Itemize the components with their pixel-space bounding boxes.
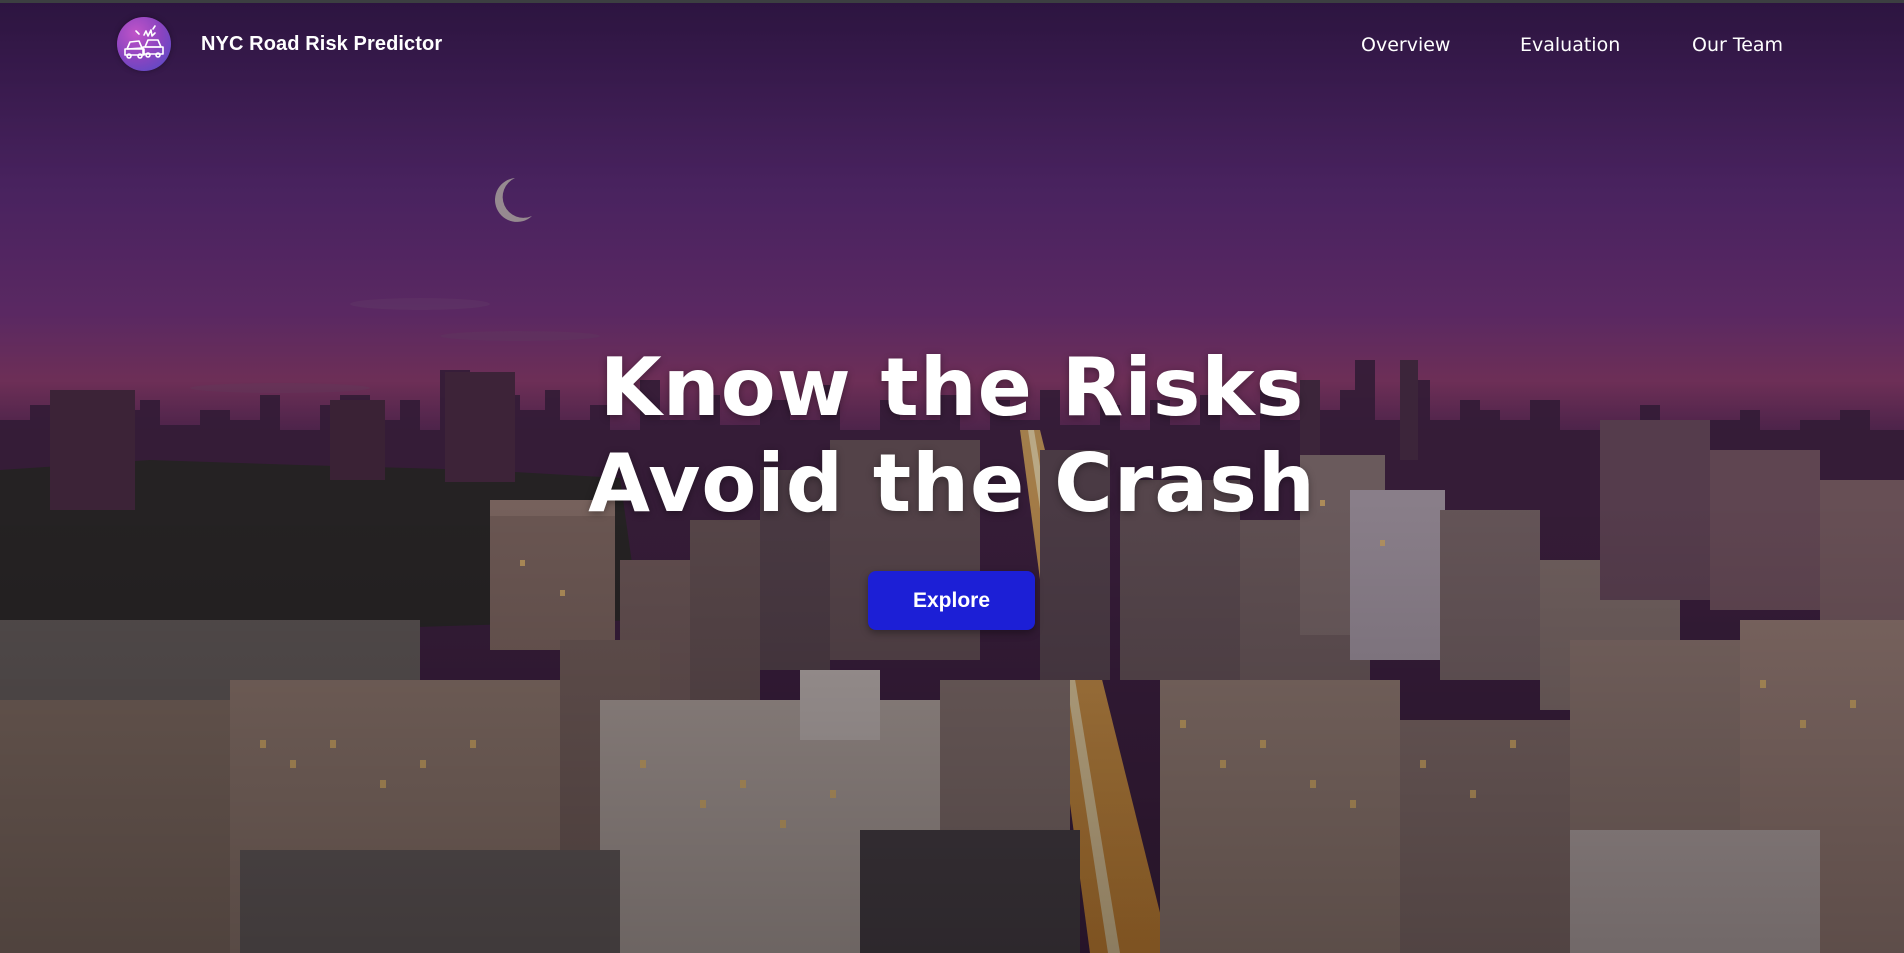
page: NYC Road Risk Predictor Overview Evaluat… (0, 0, 1904, 953)
navbar: NYC Road Risk Predictor Overview Evaluat… (0, 3, 1904, 89)
headline-line-2: Avoid the Crash (588, 437, 1316, 530)
nav-overview[interactable]: Overview (1361, 34, 1450, 56)
nav-our-team[interactable]: Our Team (1692, 34, 1783, 56)
nav-evaluation[interactable]: Evaluation (1520, 34, 1620, 56)
car-crash-icon (124, 25, 164, 59)
explore-button[interactable]: Explore (868, 571, 1035, 630)
brand-title[interactable]: NYC Road Risk Predictor (201, 33, 442, 56)
logo[interactable] (117, 17, 171, 71)
hero-section: NYC Road Risk Predictor Overview Evaluat… (0, 0, 1904, 953)
headline-line-1: Know the Risks (599, 341, 1305, 434)
